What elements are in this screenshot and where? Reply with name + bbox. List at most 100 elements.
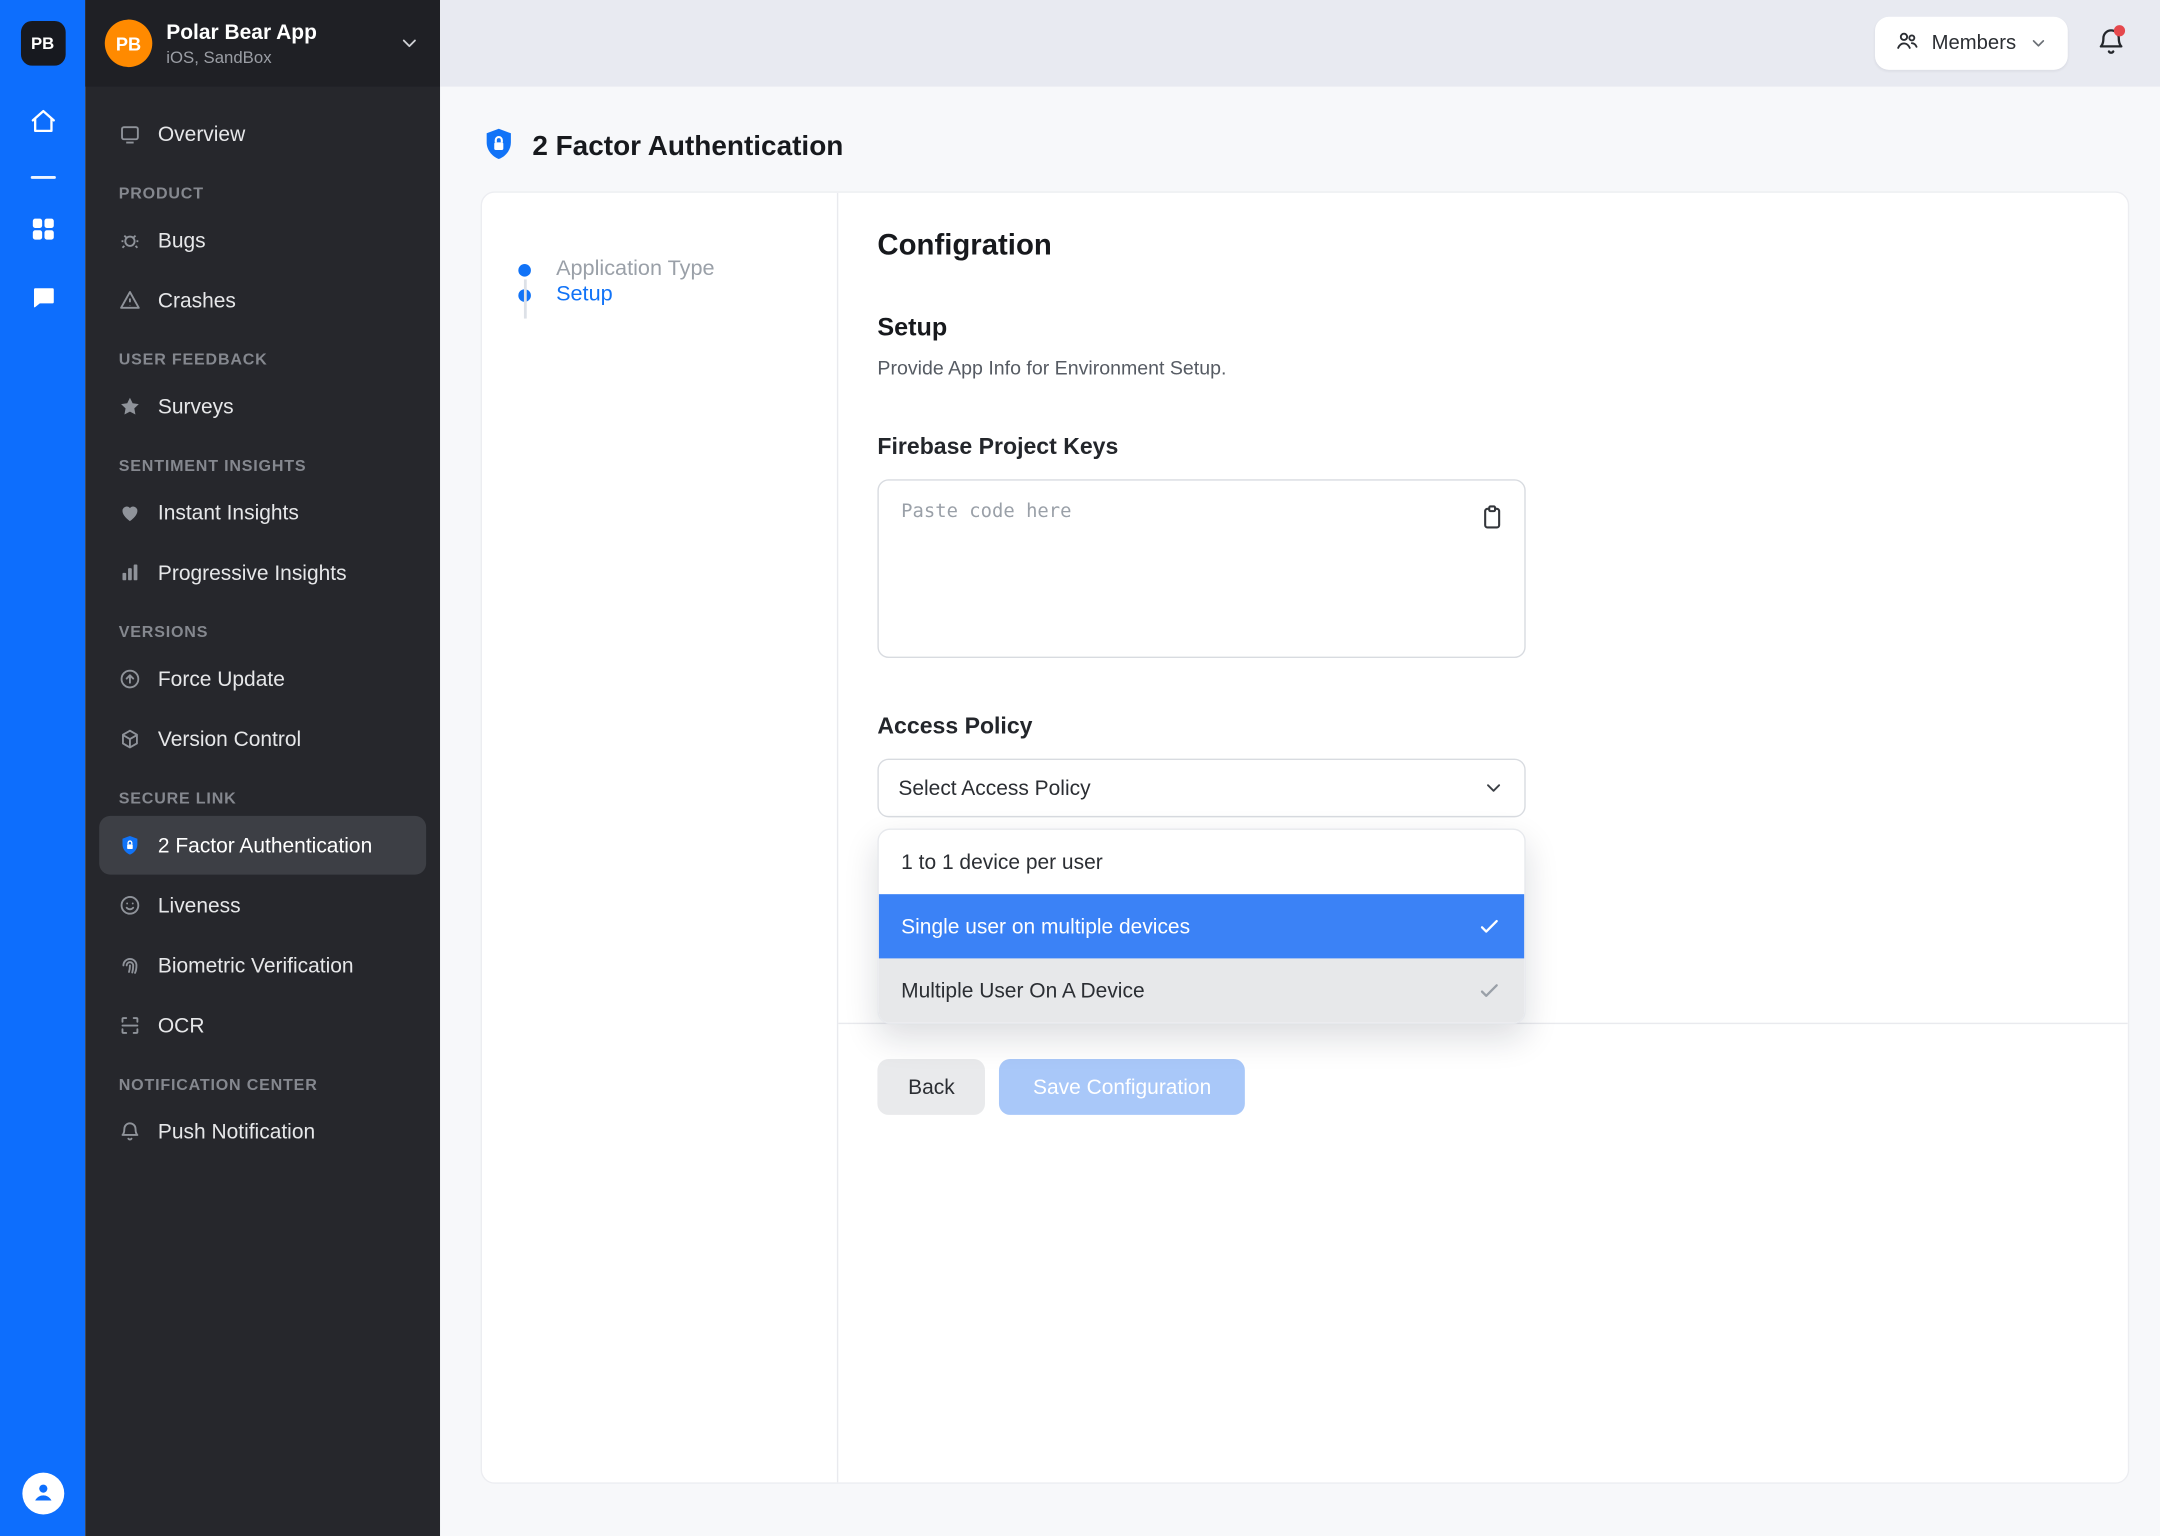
crash-icon	[119, 289, 141, 311]
sidebar-item-progressive-insights[interactable]: Progressive Insights	[99, 543, 426, 602]
app-switcher[interactable]: PB Polar Bear App iOS, SandBox	[85, 0, 440, 87]
option-label: Multiple User On A Device	[901, 979, 1144, 1003]
sidebar-item-instant-insights[interactable]: Instant Insights	[99, 483, 426, 542]
sidebar-section-user-feedback: USER FEEDBACK	[119, 352, 407, 369]
chevron-down-icon	[2029, 34, 2049, 54]
firebase-keys-heading: Firebase Project Keys	[877, 435, 2127, 462]
sidebar-item-bugs[interactable]: Bugs	[99, 211, 426, 270]
form-title: Configration	[877, 229, 2127, 263]
sidebar: PB Polar Bear App iOS, SandBox Overview …	[85, 0, 440, 1536]
sidebar-section-sentiment: SENTIMENT INSIGHTS	[119, 458, 407, 475]
sidebar-item-biometric[interactable]: Biometric Verification	[99, 936, 426, 995]
sidebar-item-label: Instant Insights	[158, 501, 299, 525]
sidebar-item-label: Overview	[158, 122, 245, 146]
sidebar-item-crashes[interactable]: Crashes	[99, 271, 426, 330]
sidebar-item-label: Progressive Insights	[158, 561, 347, 585]
option-label: 1 to 1 device per user	[901, 850, 1103, 874]
access-policy-heading: Access Policy	[877, 714, 2127, 741]
user-avatar-button[interactable]	[22, 1473, 64, 1515]
members-icon	[1894, 28, 1919, 59]
rail-nav	[29, 108, 57, 316]
firebase-keys-field	[877, 479, 1525, 658]
sidebar-item-label: 2 Factor Authentication	[158, 833, 372, 857]
star-icon	[119, 395, 141, 417]
topbar: Members	[440, 0, 2160, 87]
shield-lock-icon	[481, 126, 517, 169]
back-button[interactable]: Back	[877, 1059, 985, 1115]
step-application-type[interactable]: Application Type	[518, 257, 837, 282]
sidebar-item-label: Biometric Verification	[158, 954, 354, 978]
setup-description: Provide App Info for Environment Setup.	[877, 356, 2127, 378]
access-policy-option[interactable]: 1 to 1 device per user	[879, 830, 1524, 894]
sidebar-item-overview[interactable]: Overview	[99, 105, 426, 164]
sidebar-item-version-control[interactable]: Version Control	[99, 710, 426, 769]
notification-icon	[119, 1121, 141, 1143]
sidebar-item-push-notification[interactable]: Push Notification	[99, 1102, 426, 1161]
chat-button[interactable]	[29, 284, 57, 316]
chevron-down-icon	[1482, 777, 1504, 799]
dashboard-grid-icon	[29, 215, 57, 247]
access-policy-select-value: Select Access Policy	[898, 776, 1090, 800]
chart-bars-icon	[119, 562, 141, 584]
configuration-card: Application Type Setup Configration Setu…	[481, 191, 2130, 1483]
sidebar-section-secure-link: SECURE LINK	[119, 791, 407, 808]
workspace-logo[interactable]: PB	[20, 21, 65, 66]
sidebar-item-surveys[interactable]: Surveys	[99, 377, 426, 436]
sidebar-item-label: Version Control	[158, 727, 301, 751]
step-connector	[524, 279, 527, 318]
notification-dot	[2114, 24, 2125, 35]
page-head: 2 Factor Authentication	[481, 126, 2130, 169]
form-column: Configration Setup Provide App Info for …	[838, 193, 2128, 1483]
app-subtitle: iOS, SandBox	[166, 47, 317, 67]
firebase-keys-input[interactable]	[879, 481, 1524, 657]
cube-icon	[119, 728, 141, 750]
option-label: Single user on multiple devices	[901, 914, 1190, 938]
sidebar-section-notification-center: NOTIFICATION CENTER	[119, 1077, 407, 1094]
sidebar-menu: Overview PRODUCT Bugs Crashes USER FEEDB…	[85, 87, 440, 1536]
sidebar-item-two-factor[interactable]: 2 Factor Authentication	[99, 816, 426, 875]
scan-icon	[119, 1014, 141, 1036]
sidebar-item-label: Push Notification	[158, 1120, 315, 1144]
step-setup[interactable]: Setup	[518, 282, 837, 307]
dashboard-button[interactable]	[29, 215, 57, 247]
members-button[interactable]: Members	[1874, 17, 2067, 70]
step-label: Application Type	[556, 257, 715, 282]
app-window: PB	[0, 0, 2160, 1536]
sidebar-item-label: Liveness	[158, 893, 241, 917]
chevron-down-icon	[398, 32, 420, 54]
face-icon	[119, 894, 141, 916]
sidebar-item-liveness[interactable]: Liveness	[99, 876, 426, 935]
paste-from-clipboard-button[interactable]	[1478, 503, 1506, 535]
save-configuration-button[interactable]: Save Configuration	[999, 1059, 1244, 1115]
sidebar-item-label: Force Update	[158, 667, 285, 691]
notifications-button[interactable]	[2096, 26, 2127, 61]
rail-divider	[30, 176, 55, 179]
access-policy-option-selected[interactable]: Single user on multiple devices	[879, 894, 1524, 958]
access-policy-select[interactable]: Select Access Policy	[877, 759, 1525, 818]
bug-icon	[119, 229, 141, 251]
content: 2 Factor Authentication Application Type…	[440, 87, 2160, 1536]
app-name: Polar Bear App	[166, 20, 317, 44]
sidebar-item-force-update[interactable]: Force Update	[99, 650, 426, 709]
check-icon	[1477, 914, 1502, 939]
members-label: Members	[1932, 32, 2016, 54]
sidebar-section-product: PRODUCT	[119, 186, 407, 203]
access-policy-option[interactable]: Multiple User On A Device	[879, 958, 1524, 1022]
app-rail: PB	[0, 0, 85, 1536]
sidebar-section-versions: VERSIONS	[119, 625, 407, 642]
sidebar-item-ocr[interactable]: OCR	[99, 996, 426, 1055]
setup-heading: Setup	[877, 313, 2127, 342]
fingerprint-icon	[119, 954, 141, 976]
overview-icon	[119, 123, 141, 145]
home-button[interactable]	[29, 108, 57, 140]
step-label: Setup	[556, 282, 613, 307]
heart-icon	[119, 502, 141, 524]
page-title: 2 Factor Authentication	[532, 131, 843, 163]
home-icon	[29, 108, 57, 140]
arrow-up-circle-icon	[119, 668, 141, 690]
shield-lock-icon	[119, 834, 141, 856]
user-avatar-icon	[29, 1477, 57, 1509]
app-avatar: PB	[105, 20, 153, 68]
sidebar-item-label: Crashes	[158, 289, 236, 313]
chat-icon	[29, 284, 57, 316]
